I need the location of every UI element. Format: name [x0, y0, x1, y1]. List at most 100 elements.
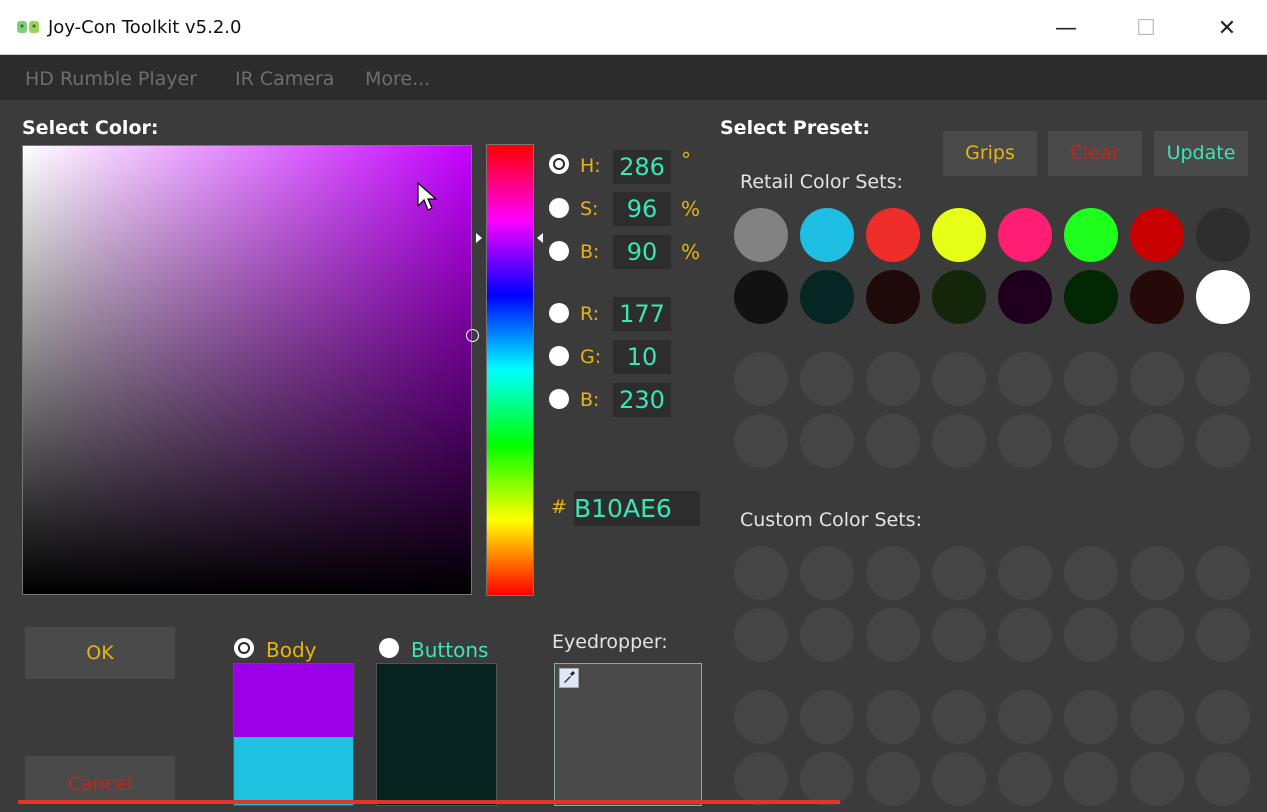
- empty-retail-swatch[interactable]: [998, 414, 1052, 468]
- empty-retail-swatch[interactable]: [932, 414, 986, 468]
- h-input[interactable]: 286: [613, 150, 671, 184]
- radio-h[interactable]: [549, 154, 569, 174]
- custom-swatch-slot[interactable]: [1064, 752, 1118, 806]
- custom-swatch-slot[interactable]: [866, 608, 920, 662]
- menu-hd-rumble-player[interactable]: HD Rumble Player: [25, 68, 197, 90]
- empty-retail-swatch[interactable]: [1064, 414, 1118, 468]
- retail-swatch[interactable]: [998, 270, 1052, 324]
- g-input[interactable]: 10: [613, 340, 671, 374]
- custom-swatch-slot[interactable]: [998, 608, 1052, 662]
- body-color-preview[interactable]: [233, 663, 354, 806]
- radio-g[interactable]: [549, 346, 569, 366]
- retail-swatch[interactable]: [1064, 208, 1118, 262]
- custom-swatch-slot[interactable]: [1130, 690, 1184, 744]
- minimize-button[interactable]: —: [1046, 14, 1086, 44]
- retail-swatch[interactable]: [932, 208, 986, 262]
- custom-swatch-slot[interactable]: [800, 608, 854, 662]
- retail-swatch[interactable]: [866, 270, 920, 324]
- empty-retail-swatch[interactable]: [800, 414, 854, 468]
- custom-swatch-slot[interactable]: [932, 690, 986, 744]
- empty-retail-swatch[interactable]: [1130, 414, 1184, 468]
- radio-body[interactable]: [234, 638, 254, 658]
- ok-button[interactable]: OK: [25, 627, 175, 679]
- blue-input[interactable]: 230: [613, 383, 671, 417]
- grips-button[interactable]: Grips: [943, 131, 1037, 176]
- radio-r[interactable]: [549, 303, 569, 323]
- custom-swatch-slot[interactable]: [1196, 752, 1250, 806]
- empty-retail-swatch[interactable]: [1064, 352, 1118, 406]
- custom-swatch-slot[interactable]: [800, 690, 854, 744]
- b-input[interactable]: 90: [613, 235, 671, 269]
- custom-swatch-slot[interactable]: [998, 690, 1052, 744]
- empty-retail-swatch[interactable]: [1196, 352, 1250, 406]
- custom-swatch-slot[interactable]: [1196, 546, 1250, 600]
- custom-swatch-slot[interactable]: [1064, 690, 1118, 744]
- radio-buttons[interactable]: [379, 638, 399, 658]
- hue-slider-right-arrow-icon[interactable]: [535, 232, 545, 244]
- g-label: G:: [580, 346, 602, 368]
- hue-slider-left-arrow-icon[interactable]: [474, 232, 484, 244]
- custom-swatch-slot[interactable]: [1196, 690, 1250, 744]
- retail-swatch[interactable]: [1196, 208, 1250, 262]
- retail-swatch[interactable]: [734, 208, 788, 262]
- menu-ir-camera[interactable]: IR Camera: [235, 68, 334, 90]
- close-button[interactable]: ✕: [1207, 14, 1247, 44]
- menu-more[interactable]: More...: [365, 68, 430, 90]
- saturation-brightness-picker[interactable]: [22, 145, 479, 595]
- custom-swatch-slot[interactable]: [1130, 752, 1184, 806]
- retail-swatch[interactable]: [800, 208, 854, 262]
- eyedropper-area[interactable]: [554, 663, 702, 806]
- custom-swatch-slot[interactable]: [734, 752, 788, 806]
- update-button[interactable]: Update: [1154, 131, 1248, 176]
- r-input[interactable]: 177: [613, 297, 671, 331]
- empty-retail-swatch[interactable]: [734, 414, 788, 468]
- retail-swatch[interactable]: [1130, 270, 1184, 324]
- retail-swatch[interactable]: [734, 270, 788, 324]
- empty-retail-swatch[interactable]: [1196, 414, 1250, 468]
- custom-swatch-slot[interactable]: [932, 608, 986, 662]
- s-input[interactable]: 96: [613, 192, 671, 226]
- custom-swatch-slot[interactable]: [800, 752, 854, 806]
- retail-swatch[interactable]: [1064, 270, 1118, 324]
- radio-s[interactable]: [549, 198, 569, 218]
- custom-swatch-slot[interactable]: [932, 752, 986, 806]
- maximize-button[interactable]: ☐: [1126, 14, 1166, 44]
- radio-b[interactable]: [549, 241, 569, 261]
- retail-swatch[interactable]: [1130, 208, 1184, 262]
- empty-retail-swatch[interactable]: [932, 352, 986, 406]
- custom-swatch-slot[interactable]: [1130, 608, 1184, 662]
- custom-swatch-slot[interactable]: [800, 546, 854, 600]
- cancel-button[interactable]: Cancel: [25, 756, 175, 804]
- hue-slider[interactable]: [486, 144, 534, 596]
- custom-swatch-slot[interactable]: [1130, 546, 1184, 600]
- custom-swatch-slot[interactable]: [998, 752, 1052, 806]
- retail-swatch[interactable]: [932, 270, 986, 324]
- custom-swatch-slot[interactable]: [734, 608, 788, 662]
- custom-swatch-slot[interactable]: [998, 546, 1052, 600]
- empty-retail-swatch[interactable]: [866, 414, 920, 468]
- hex-input[interactable]: B10AE6: [574, 491, 700, 526]
- custom-swatch-slot[interactable]: [866, 752, 920, 806]
- retail-swatch[interactable]: [998, 208, 1052, 262]
- custom-swatch-slot[interactable]: [866, 546, 920, 600]
- eyedropper-icon[interactable]: [559, 668, 579, 688]
- retail-swatch[interactable]: [1196, 270, 1250, 324]
- empty-retail-swatch[interactable]: [734, 352, 788, 406]
- custom-swatch-slot[interactable]: [1064, 546, 1118, 600]
- empty-retail-swatch[interactable]: [1130, 352, 1184, 406]
- empty-retail-swatch[interactable]: [866, 352, 920, 406]
- custom-swatch-slot[interactable]: [734, 546, 788, 600]
- custom-swatch-slot[interactable]: [1064, 608, 1118, 662]
- custom-swatch-slot[interactable]: [734, 690, 788, 744]
- retail-swatch[interactable]: [800, 270, 854, 324]
- retail-swatch[interactable]: [866, 208, 920, 262]
- picker-marker[interactable]: [466, 329, 479, 342]
- custom-swatch-slot[interactable]: [866, 690, 920, 744]
- empty-retail-swatch[interactable]: [800, 352, 854, 406]
- clear-button[interactable]: Clear: [1048, 131, 1142, 176]
- empty-retail-swatch[interactable]: [998, 352, 1052, 406]
- custom-swatch-slot[interactable]: [1196, 608, 1250, 662]
- radio-blue[interactable]: [549, 389, 569, 409]
- custom-swatch-slot[interactable]: [932, 546, 986, 600]
- buttons-color-preview[interactable]: [376, 663, 497, 806]
